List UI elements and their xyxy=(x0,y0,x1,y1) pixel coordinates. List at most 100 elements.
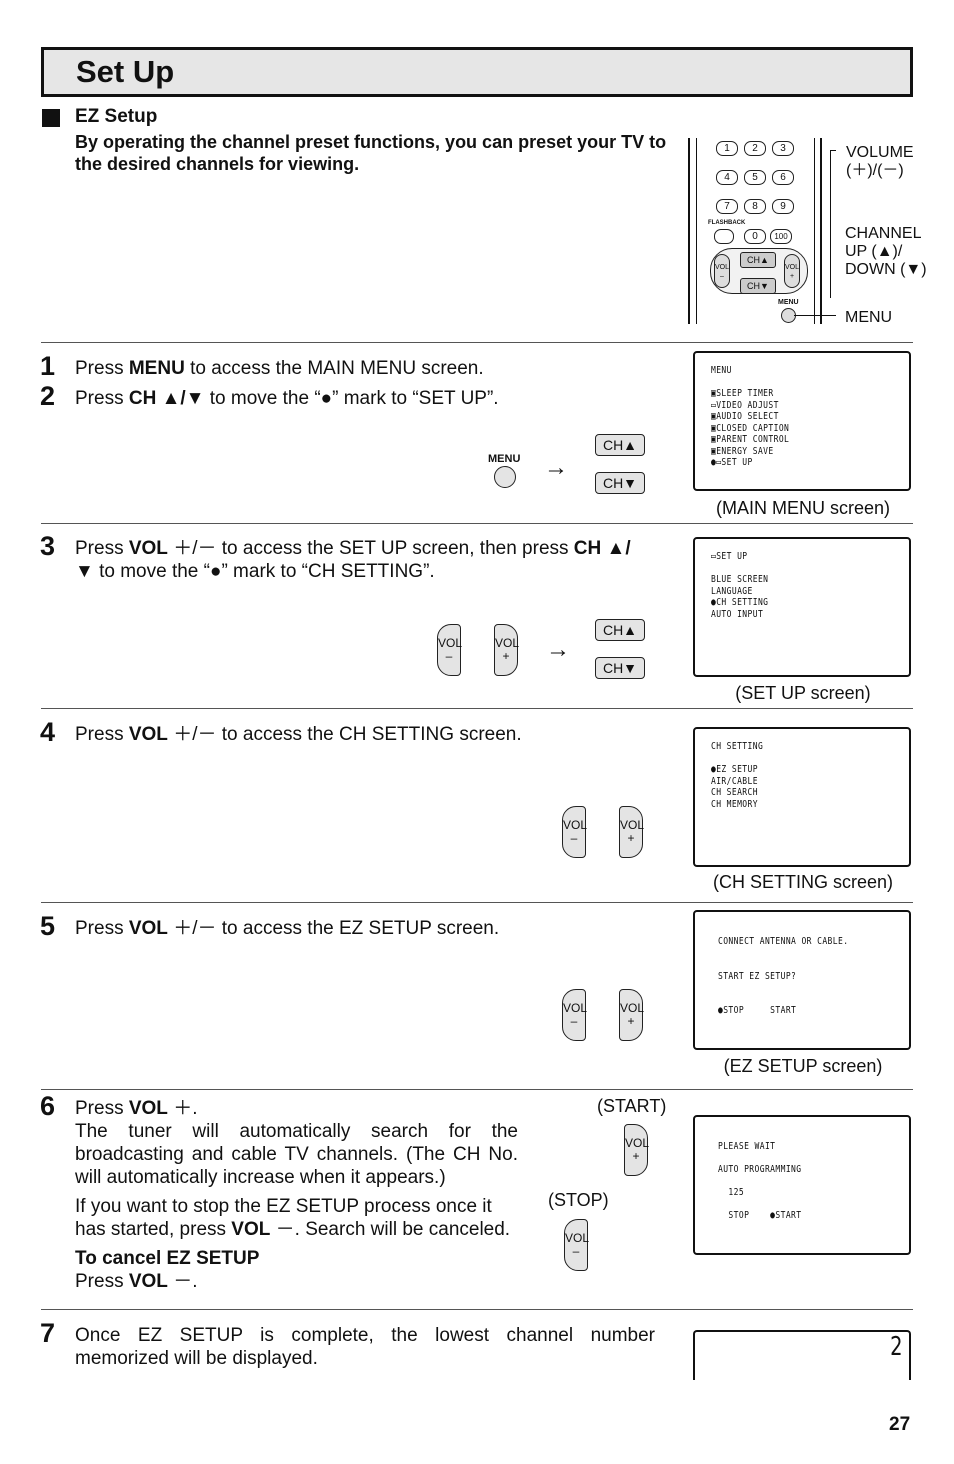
ez-setup-screen: CONNECT ANTENNA OR CABLE. START EZ SETUP… xyxy=(693,910,911,1050)
menu-button-icon xyxy=(494,466,516,488)
screen-line: AIR/CABLE xyxy=(711,775,758,787)
ch-up-button-icon: CH▲ xyxy=(595,434,645,456)
screen-line: 125 xyxy=(718,1187,745,1198)
screen-line xyxy=(718,1153,871,1165)
vol-minus-button-icon: VOL – xyxy=(562,806,587,858)
flashback-label: FLASHBACK xyxy=(708,220,746,226)
step-5-text: Press VOL ＋/－ to access the EZ SETUP scr… xyxy=(75,918,500,939)
step-number: 6 xyxy=(40,1091,56,1121)
page-title: Set Up xyxy=(76,54,175,89)
ch-down-button-icon: CH▼ xyxy=(595,657,645,679)
screen-line: ▭VIDEO ADJUST xyxy=(711,399,779,411)
screen-line: CH SEARCH xyxy=(711,787,758,798)
main-menu-screen: MENU ▣SLEEP TIMER ▭VIDEO ADJUST ▣AUDIO SEL… xyxy=(693,351,911,491)
arrow-icon: → xyxy=(544,454,568,481)
screen-line: PLEASE WAIT xyxy=(718,1141,776,1152)
step-4-text: Press VOL ＋/－ to access the CH SETTING s… xyxy=(75,724,522,745)
key-6: 6 xyxy=(772,170,794,185)
vol-minus-button-icon: VOL – xyxy=(562,989,587,1041)
channel-label: CHANNEL UP (▲)/DOWN (▼) xyxy=(845,225,927,278)
key-5: 5 xyxy=(744,170,766,185)
auto-programming-screen: PLEASE WAIT AUTO PROGRAMMING 125 STOP ●S… xyxy=(693,1115,911,1255)
step-3-text: Press VOL ＋/－ to access the SET UP scree… xyxy=(75,538,631,582)
screen-line xyxy=(711,563,869,575)
key-100: 100 xyxy=(770,229,792,244)
step-number: 4 xyxy=(40,717,56,747)
divider xyxy=(41,708,913,709)
screen-line: LANGUAGE xyxy=(711,585,753,597)
screen-line: MENU xyxy=(711,365,732,376)
step-number: 1 xyxy=(40,351,56,381)
step-number: 7 xyxy=(40,1318,56,1348)
remote-vol-plus: VOL + xyxy=(784,254,800,288)
key-4: 4 xyxy=(716,170,738,185)
divider xyxy=(41,523,913,524)
menu-button-label: MENU xyxy=(488,453,521,465)
screen-line xyxy=(718,1199,871,1211)
ch-setting-screen: CH SETTING ●EZ SETUP AIR/CABLE CH SEARCH CH… xyxy=(693,727,911,867)
remote-ch-down: CH▼ xyxy=(740,278,776,294)
screen-line: ▣CLOSED CAPTION xyxy=(711,422,790,434)
screen-line: ●STOP START xyxy=(718,1005,797,1016)
step-6-text: Press VOL ＋. The tuner will automaticall… xyxy=(75,1098,518,1292)
page-number: 27 xyxy=(889,1414,911,1435)
screen-caption: (MAIN MENU screen) xyxy=(715,498,890,518)
screen-line: ●▭SET UP xyxy=(711,457,753,468)
screen-line: CH MEMORY xyxy=(711,798,758,810)
screen-caption: (CH SETTING screen) xyxy=(712,872,894,892)
screen-caption: (EZ SETUP screen) xyxy=(723,1056,883,1076)
section-intro: By operating the channel preset function… xyxy=(75,132,667,174)
screen-line xyxy=(718,982,871,994)
screen-line: AUTO PROGRAMMING xyxy=(718,1164,802,1175)
screen-line: CH SETTING xyxy=(711,741,764,752)
screen-line xyxy=(718,959,871,971)
screen-line: BLUE SCREEN xyxy=(711,574,769,585)
remote-menu-label: MENU xyxy=(778,299,799,306)
divider xyxy=(41,902,913,903)
step-number: 2 xyxy=(40,381,56,411)
screen-line: ▣AUDIO SELECT xyxy=(711,411,779,422)
screen-line: ●CH SETTING xyxy=(711,597,769,608)
menu-label: MENU xyxy=(845,309,893,326)
flashback-key xyxy=(714,229,734,244)
key-2: 2 xyxy=(744,141,766,156)
screen-line xyxy=(718,1176,871,1188)
vol-plus-button-icon: VOL + xyxy=(494,624,519,676)
remote-ch-up: CH▲ xyxy=(740,252,776,268)
manual-page: Set Up EZ Setup By operating the channel… xyxy=(0,0,954,1464)
volume-label: VOLUME (＋)/(－) xyxy=(846,144,914,179)
screen-caption: (SET UP screen) xyxy=(735,683,871,703)
divider xyxy=(41,342,913,343)
channel-display-screen: 2 xyxy=(693,1330,911,1380)
ch-down-button-icon: CH▼ xyxy=(595,472,645,494)
start-label: (START) xyxy=(597,1096,667,1116)
screen-line xyxy=(711,753,869,765)
divider xyxy=(41,1309,913,1310)
step-1-text: Press MENU to access the MAIN MENU scree… xyxy=(75,358,484,379)
divider xyxy=(41,1089,913,1090)
remote-illustration: 1 2 3 4 5 6 7 8 9 FLASHBACK 0 100 VOL – … xyxy=(686,138,836,326)
key-9: 9 xyxy=(772,199,794,214)
step-number: 3 xyxy=(40,531,56,561)
vol-plus-button-icon: VOL + xyxy=(619,806,644,858)
key-0: 0 xyxy=(744,229,766,244)
title-bar: Set Up xyxy=(41,47,913,97)
arrow-icon: → xyxy=(546,636,570,663)
vol-minus-button-icon: VOL – xyxy=(437,624,462,676)
key-7: 7 xyxy=(716,199,738,214)
key-3: 3 xyxy=(772,141,794,156)
step-7-text: Once EZ SETUP is complete, the lowest ch… xyxy=(75,1325,655,1369)
remote-vol-minus: VOL – xyxy=(714,254,730,288)
screen-line: AUTO INPUT xyxy=(711,608,764,620)
screen-line: START EZ SETUP? xyxy=(718,970,797,982)
step-number: 5 xyxy=(40,911,56,941)
screen-line: ▣PARENT CONTROL xyxy=(711,434,790,445)
vol-plus-button-icon: VOL + xyxy=(624,1124,649,1176)
section-bullet xyxy=(42,109,60,127)
screen-line: CONNECT ANTENNA OR CABLE. xyxy=(718,936,849,947)
set-up-screen: ▭SET UP BLUE SCREEN LANGUAGE ●CH SETTING AU… xyxy=(693,537,911,677)
screen-line xyxy=(718,994,871,1006)
ch-up-button-icon: CH▲ xyxy=(595,619,645,641)
key-1: 1 xyxy=(716,141,738,156)
channel-number: 2 xyxy=(890,1332,903,1362)
